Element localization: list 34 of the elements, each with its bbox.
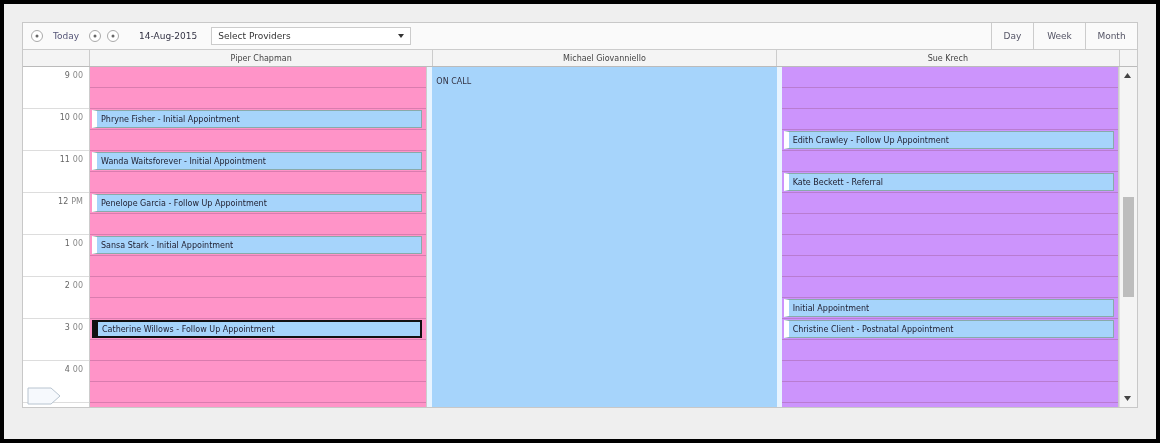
provider-header: Michael Giovanniello — [433, 50, 777, 66]
on-call-label: ON CALL — [436, 77, 472, 86]
appointment[interactable]: Phryne Fisher - Initial Appointment — [92, 110, 423, 128]
appointment[interactable]: Initial Appointment — [783, 299, 1114, 317]
today-button[interactable]: Today — [49, 31, 84, 41]
next-day-button[interactable] — [107, 30, 120, 42]
time-label: 3 00 — [64, 323, 83, 334]
dot-icon — [110, 33, 117, 39]
appointment[interactable]: Catherine Willows - Follow Up Appointment — [92, 320, 423, 338]
caret-icon — [398, 34, 405, 38]
appointment[interactable]: Wanda Waitsforever - Initial Appointment — [92, 152, 423, 170]
previous-day-button[interactable] — [89, 30, 102, 42]
dot-icon — [34, 33, 40, 39]
provider-header: Piper Chapman — [90, 50, 434, 66]
provider-select[interactable]: Select Providers — [211, 27, 412, 45]
date-label: 14-Aug-2015 — [139, 31, 198, 41]
time-label: 1 00 — [64, 239, 83, 250]
appointment[interactable]: Edith Crawley - Follow Up Appointment — [783, 131, 1114, 149]
appointment[interactable]: Christine Client - Postnatal Appointment — [783, 320, 1114, 338]
appointment[interactable]: Kate Beckett - Referral — [783, 173, 1114, 191]
time-label: 10 00 — [59, 113, 83, 124]
scroll-down-icon[interactable] — [1124, 396, 1131, 401]
appointment[interactable]: Penelope Garcia - Follow Up Appointment — [92, 194, 423, 212]
provider-header: Sue Krech — [776, 50, 1120, 66]
appointment[interactable]: Sansa Stark - Initial Appointment — [92, 236, 423, 254]
scrollbar-thumb[interactable] — [1123, 197, 1134, 297]
scroll-up-icon[interactable] — [1124, 73, 1131, 78]
time-label: 12 PM — [58, 197, 83, 208]
time-label: 2 00 — [64, 281, 83, 292]
dot-icon — [92, 33, 99, 39]
previous-button[interactable] — [31, 30, 43, 42]
time-label: 11 00 — [59, 155, 83, 166]
time-label: 4 00 — [64, 365, 83, 376]
time-label: 9 00 — [64, 71, 83, 82]
